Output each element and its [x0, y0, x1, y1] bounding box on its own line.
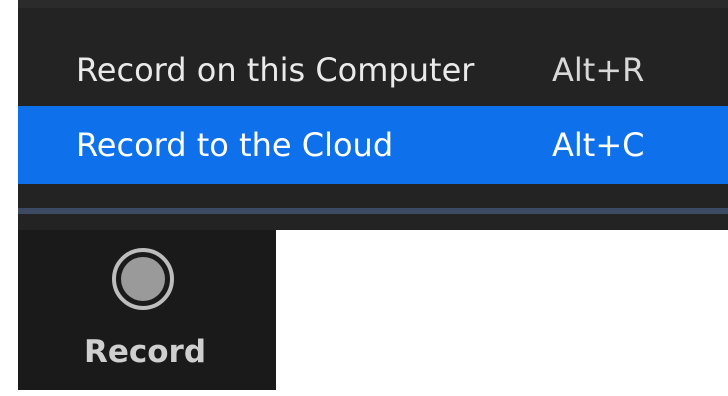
menu-item-record-to-cloud[interactable]: Record to the Cloud Alt+C: [18, 106, 728, 184]
record-icon: [110, 246, 176, 312]
menu-item-shortcut: Alt+R: [552, 51, 645, 89]
menu-divider: [18, 208, 728, 214]
menu-item-record-on-computer[interactable]: Record on this Computer Alt+R: [18, 36, 728, 104]
record-options-menu: Record on this Computer Alt+R Record to …: [18, 0, 728, 230]
menu-item-shortcut: Alt+C: [552, 126, 645, 164]
screen: Record on this Computer Alt+R Record to …: [0, 0, 728, 396]
record-button[interactable]: Record: [18, 230, 276, 390]
menu-item-label: Record on this Computer: [76, 51, 475, 89]
menu-item-label: Record to the Cloud: [76, 126, 394, 164]
menu-top-edge: [18, 0, 728, 8]
meeting-toolbar: Record: [18, 230, 276, 390]
record-label: Record: [83, 334, 207, 370]
